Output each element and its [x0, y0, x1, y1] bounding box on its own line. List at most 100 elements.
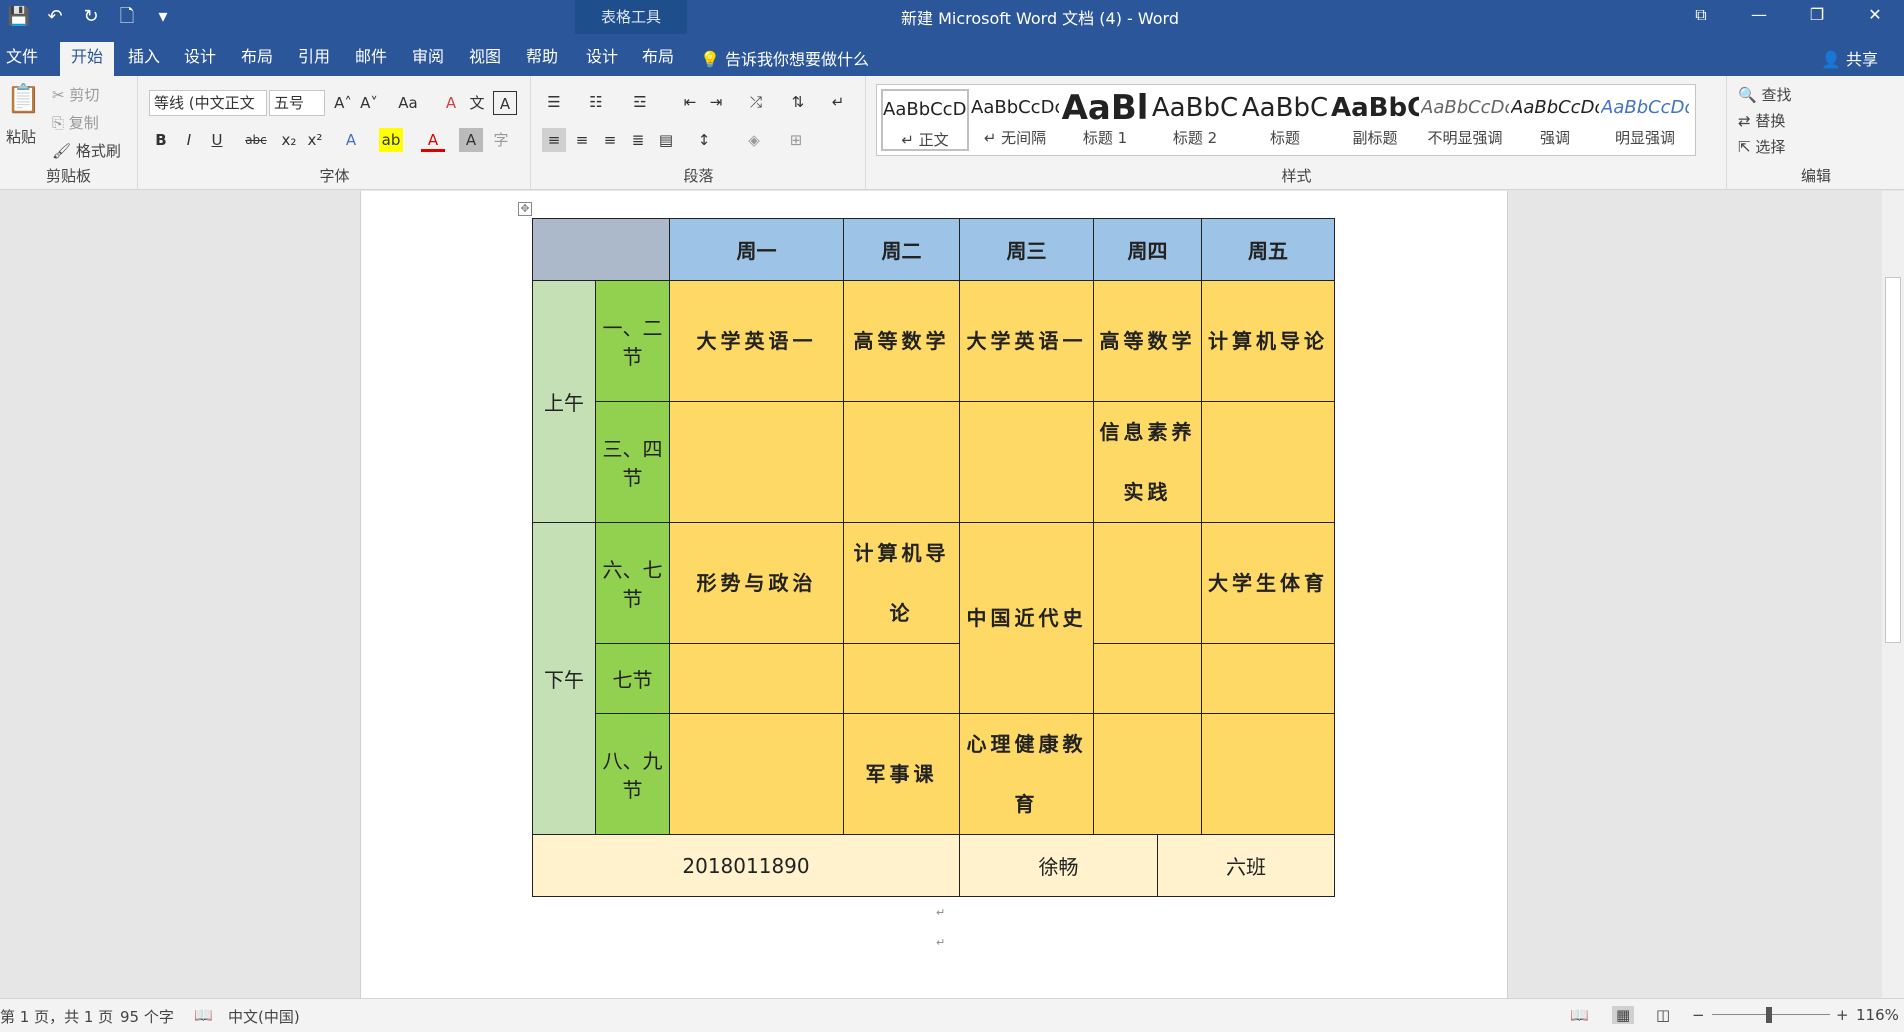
corner-cell[interactable] [532, 218, 670, 281]
course-cell[interactable] [1201, 401, 1335, 523]
zoom-in-button[interactable]: + [1836, 1006, 1849, 1024]
minimize-button[interactable]: — [1730, 0, 1788, 30]
course-cell[interactable]: 心理健康教育 [959, 713, 1094, 835]
course-cell[interactable]: 形势与政治 [669, 522, 844, 644]
strikethrough-button[interactable]: abc [239, 128, 273, 152]
paste-icon[interactable]: 📋 [6, 82, 41, 115]
course-cell[interactable] [843, 401, 960, 523]
course-cell[interactable] [843, 643, 960, 714]
save-icon[interactable]: 💾 [6, 4, 32, 30]
format-painter-button[interactable]: 🖌 格式刷 [52, 140, 121, 161]
period-cell-morning[interactable]: 上午 [532, 280, 596, 523]
style-intense-emphasis[interactable]: AaBbCcDo 明显强调 [1601, 89, 1689, 151]
course-cell[interactable]: 大学英语一 [959, 280, 1094, 402]
print-layout-icon[interactable]: ▦ [1612, 1006, 1635, 1024]
course-cell[interactable] [1201, 713, 1335, 835]
period-cell-afternoon[interactable]: 下午 [532, 522, 596, 835]
style-subtle-emphasis[interactable]: AaBbCcDo 不明显强调 [1421, 89, 1509, 151]
align-center-icon[interactable]: ≡ [570, 128, 594, 152]
language-indicator[interactable]: 中文(中国) [228, 1006, 300, 1027]
student-id-cell[interactable]: 2018011890 [532, 834, 960, 897]
multilevel-list-icon[interactable]: ☲ [628, 90, 652, 114]
scrollbar-thumb[interactable] [1885, 277, 1901, 643]
page-count[interactable]: 第 1 页，共 1 页 [0, 1006, 113, 1027]
tab-table-design[interactable]: 设计 [578, 42, 626, 76]
header-cell[interactable]: 周一 [669, 218, 844, 281]
align-left-icon[interactable]: ≡ [542, 128, 566, 152]
chinese-layout-icon[interactable]: ⤮ [744, 90, 768, 114]
course-cell[interactable] [1093, 713, 1202, 835]
course-cell[interactable]: 军事课 [843, 713, 960, 835]
session-cell[interactable]: 七节 [595, 643, 670, 714]
show-marks-icon[interactable]: ↵ [826, 90, 850, 114]
grow-font-icon[interactable]: A˄ [331, 91, 355, 115]
undo-icon[interactable]: ↶ [42, 4, 68, 30]
redo-icon[interactable]: ↻ [78, 4, 104, 30]
table-move-handle-icon[interactable]: ✥ [518, 202, 532, 216]
enclose-characters-icon[interactable]: 字 [489, 128, 513, 152]
replace-button[interactable]: ⇄ 替换 [1738, 110, 1785, 131]
session-cell[interactable]: 六、七节 [595, 522, 670, 644]
course-cell[interactable]: 高等数学 [1093, 280, 1202, 402]
course-cell[interactable] [669, 643, 844, 714]
underline-button[interactable]: U [205, 128, 229, 152]
bold-button[interactable]: B [149, 128, 173, 152]
course-cell[interactable]: 中国近代史 [959, 522, 1094, 714]
customize-qat-icon[interactable]: ▾ [150, 4, 176, 30]
header-cell[interactable]: 周五 [1201, 218, 1335, 281]
clear-formatting-icon[interactable]: A [439, 91, 463, 115]
course-cell[interactable]: 计算机导论 [1201, 280, 1335, 402]
style-heading-1[interactable]: AaBl 标题 1 [1061, 89, 1149, 151]
ribbon-display-options-icon[interactable]: ⧉ [1672, 0, 1730, 30]
font-name-dropdown[interactable]: 等线 (中文正文 [149, 90, 267, 116]
tell-me-search[interactable]: 💡 告诉我你想要做什么 [700, 46, 869, 70]
font-size-dropdown[interactable]: 五号 [269, 90, 325, 116]
header-cell[interactable]: 周二 [843, 218, 960, 281]
style-emphasis[interactable]: AaBbCcDo 强调 [1511, 89, 1599, 151]
bullets-icon[interactable]: ☰ [542, 90, 566, 114]
course-cell[interactable] [669, 713, 844, 835]
line-spacing-icon[interactable]: ↕ [692, 128, 716, 152]
zoom-slider-thumb[interactable] [1766, 1007, 1772, 1023]
course-cell[interactable]: 高等数学 [843, 280, 960, 402]
italic-button[interactable]: I [177, 128, 201, 152]
change-case-icon[interactable]: Aa [391, 91, 425, 115]
highlight-color-icon[interactable]: ab [379, 128, 403, 152]
find-button[interactable]: 🔍 查找 [1738, 84, 1791, 105]
distributed-icon[interactable]: ▤ [654, 128, 678, 152]
course-cell[interactable]: 计算机导论 [843, 522, 960, 644]
course-cell[interactable]: 信息素养实践 [1093, 401, 1202, 523]
course-cell[interactable] [669, 401, 844, 523]
tab-help[interactable]: 帮助 [518, 42, 566, 76]
tab-layout[interactable]: 布局 [233, 42, 281, 76]
cut-button[interactable]: ✂ 剪切 [52, 84, 99, 105]
tab-references[interactable]: 引用 [290, 42, 338, 76]
increase-indent-icon[interactable]: ⇥ [704, 90, 728, 114]
style-normal[interactable]: AaBbCcDc ↵ 正文 [881, 89, 969, 151]
justify-icon[interactable]: ≣ [626, 128, 650, 152]
borders-icon[interactable]: ⊞ [784, 128, 808, 152]
align-right-icon[interactable]: ≡ [598, 128, 622, 152]
style-subtitle[interactable]: AaBbC 副标题 [1331, 89, 1419, 151]
session-cell[interactable]: 一、二节 [595, 280, 670, 402]
close-button[interactable]: ✕ [1846, 0, 1904, 30]
session-cell[interactable]: 八、九节 [595, 713, 670, 835]
character-border-icon[interactable]: A [493, 91, 517, 115]
subscript-button[interactable]: x₂ [277, 128, 301, 152]
zoom-level[interactable]: 116% [1856, 1006, 1899, 1024]
header-cell[interactable]: 周四 [1093, 218, 1202, 281]
student-name-cell[interactable]: 徐畅 [959, 834, 1158, 897]
phonetic-guide-icon[interactable]: 文 [465, 91, 489, 115]
select-button[interactable]: ⇱ 选择 [1738, 136, 1785, 157]
font-color-icon[interactable]: A [421, 128, 445, 152]
course-cell[interactable] [1093, 522, 1202, 644]
new-document-icon[interactable]: 🗋 [114, 4, 140, 30]
course-cell[interactable] [1093, 643, 1202, 714]
zoom-out-button[interactable]: − [1692, 1006, 1705, 1024]
style-heading-2[interactable]: AaBbC 标题 2 [1151, 89, 1239, 151]
tab-view[interactable]: 视图 [461, 42, 509, 76]
sort-icon[interactable]: ⇅ [786, 90, 810, 114]
text-effects-icon[interactable]: A [339, 128, 363, 152]
vertical-scrollbar[interactable] [1882, 191, 1904, 998]
course-cell[interactable]: 大学生体育 [1201, 522, 1335, 644]
